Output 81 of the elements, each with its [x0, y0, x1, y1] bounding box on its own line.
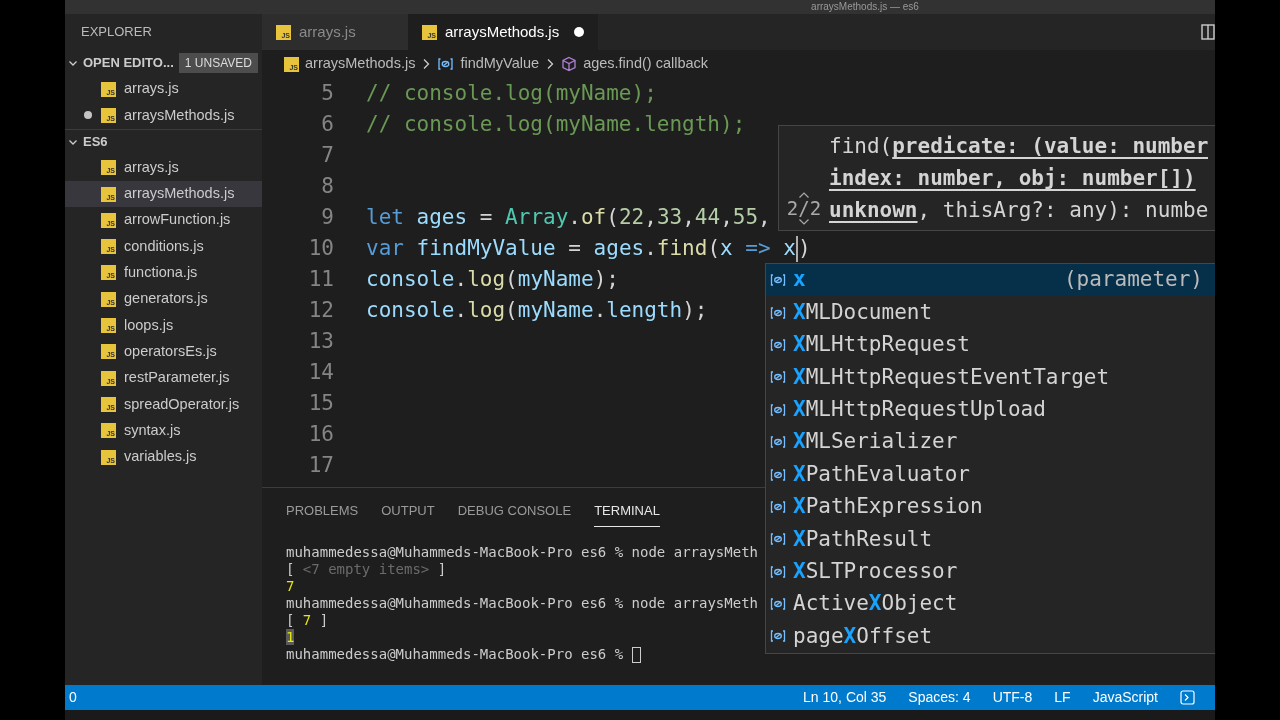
- chevron-right-icon: [545, 58, 556, 70]
- chevron-down-icon[interactable]: [798, 218, 810, 226]
- code-line: let ages = Array.of(22,33,44,55,: [366, 207, 771, 228]
- chevron-right-icon: [421, 58, 432, 70]
- code-line: // console.log(myName);: [366, 83, 657, 104]
- suggestion-item[interactable]: XPathEvaluator: [766, 458, 1215, 491]
- variable-icon: [769, 531, 787, 548]
- line-number: 10: [307, 238, 334, 259]
- line-number: 12: [307, 300, 334, 321]
- code-line: // console.log(myName.length);: [366, 114, 746, 135]
- line-number: 7: [320, 145, 334, 166]
- terminal-line: muhammedessa@Muhammeds-MacBook-Pro es6 % node arraysMeth: [286, 544, 758, 561]
- variable-icon: [769, 369, 787, 386]
- variable-icon: [769, 401, 787, 418]
- variable-icon: [769, 336, 787, 353]
- line-number: 17: [307, 455, 334, 476]
- status-item[interactable]: UTF-8: [992, 687, 1033, 708]
- line-number: 16: [307, 424, 334, 445]
- suggestion-item[interactable]: XSLTProcessor: [766, 555, 1215, 588]
- code-line: var findMyValue = ages.find(x => x): [366, 235, 811, 262]
- variable-icon: [769, 304, 787, 321]
- signature-line: unknown, thisArg?: any): numbe: [829, 197, 1209, 225]
- panel-tab[interactable]: PROBLEMS: [286, 494, 359, 528]
- suggestion-item[interactable]: XPathExpression: [766, 490, 1215, 524]
- variable-icon: [769, 498, 787, 515]
- code-line: console.log(myName);: [366, 269, 619, 290]
- sidebar-title: EXPLORER: [81, 23, 152, 42]
- suggestion-item[interactable]: XMLHttpRequestEventTarget: [766, 361, 1215, 394]
- terminal-line: 7: [286, 578, 295, 595]
- suggestion-detail: (parameter): [1063, 266, 1203, 294]
- unsaved-badge: 1 UNSAVED: [178, 53, 258, 73]
- line-number: 11: [307, 269, 334, 290]
- section-header[interactable]: OPEN EDITO... 1 UNSAVED: [65, 50, 262, 76]
- status-item[interactable]: JavaScript: [1092, 687, 1158, 708]
- terminal-line: muhammedessa@Muhammeds-MacBook-Pro es6 % node arraysMeth: [286, 595, 758, 612]
- line-number: 9: [320, 207, 334, 228]
- variable-icon: [437, 56, 455, 72]
- variable-icon: [769, 628, 787, 645]
- code-line: console.log(myName.length);: [366, 300, 708, 321]
- variable-icon: [769, 563, 787, 580]
- chevron-up-icon[interactable]: [798, 191, 810, 199]
- window-title: arraysMethods.js — es6: [811, 2, 919, 12]
- suggestion-item[interactable]: XMLHttpRequest: [766, 328, 1215, 362]
- feedback-icon[interactable]: [1180, 690, 1195, 705]
- status-item[interactable]: Spaces: 4: [908, 687, 971, 708]
- terminal-line: [ <7 empty items> ]: [286, 561, 447, 578]
- suggestion-item[interactable]: pageXOffset: [766, 620, 1215, 653]
- terminal-cursor: [631, 646, 641, 663]
- overload-counter: 2/2: [786, 199, 822, 218]
- line-number: 5: [320, 83, 334, 104]
- line-number: 15: [307, 393, 334, 414]
- section-header[interactable]: ES6: [65, 128, 262, 155]
- signature-line: find(predicate: (value: number: [829, 133, 1209, 161]
- panel-tab[interactable]: TERMINAL: [594, 494, 660, 528]
- cube-icon: [561, 56, 578, 72]
- line-number: 8: [320, 176, 334, 197]
- breadcrumb-item[interactable]: findMyValue: [460, 53, 540, 75]
- line-number: 13: [307, 331, 334, 352]
- split-editor-icon[interactable]: [1201, 24, 1215, 40]
- variable-icon: [769, 272, 787, 289]
- breadcrumb-item[interactable]: arraysMethods.js: [305, 53, 416, 75]
- variable-icon: [769, 434, 787, 451]
- line-number: 6: [320, 114, 334, 135]
- variable-icon: [769, 596, 787, 613]
- problems-count[interactable]: 0: [65, 687, 77, 708]
- status-item[interactable]: LF: [1054, 687, 1071, 708]
- suggestion-item[interactable]: XMLSerializer: [766, 425, 1215, 459]
- suggestion-item[interactable]: XMLHttpRequestUpload: [766, 393, 1215, 426]
- breadcrumb-item[interactable]: ages.find() callback: [583, 53, 709, 75]
- suggestion-item[interactable]: ActiveXObject: [766, 587, 1215, 621]
- panel-tab[interactable]: OUTPUT: [381, 494, 435, 528]
- terminal-line: muhammedessa@Muhammeds-MacBook-Pro es6 %: [286, 646, 625, 663]
- variable-icon: [769, 466, 787, 483]
- status-item[interactable]: Ln 10, Col 35: [803, 687, 887, 708]
- line-number: 14: [307, 362, 334, 383]
- signature-line: index: number, obj: number[]): [829, 165, 1197, 193]
- suggestion-item[interactable]: XPathResult: [766, 523, 1215, 556]
- terminal-line: [ 7 ]: [286, 612, 329, 629]
- suggestion-item[interactable]: x (parameter): [766, 264, 1215, 297]
- panel-tab[interactable]: DEBUG CONSOLE: [457, 494, 572, 528]
- suggestion-item[interactable]: XMLDocument: [766, 296, 1215, 329]
